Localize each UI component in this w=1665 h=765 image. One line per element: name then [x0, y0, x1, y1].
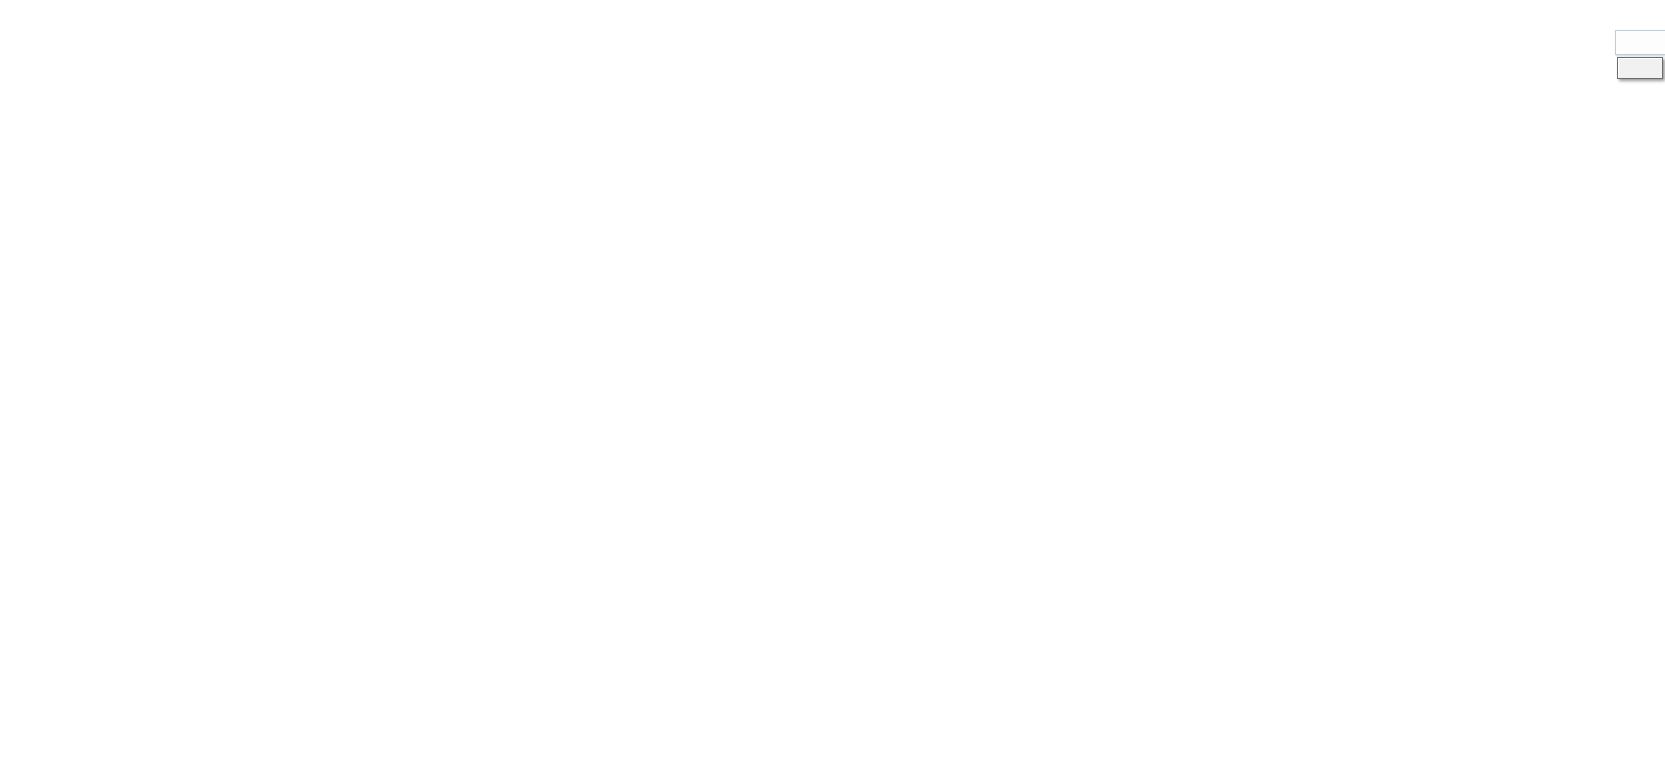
chart-title — [7, 3, 21, 15]
start-button[interactable] — [1617, 57, 1663, 79]
overlay-panel — [1615, 30, 1665, 79]
chart-window — [0, 0, 1665, 765]
overlay-panel-titlebar[interactable] — [1615, 30, 1665, 55]
chart-canvas[interactable] — [0, 0, 1665, 765]
macd-indicator-label — [10, 562, 25, 574]
